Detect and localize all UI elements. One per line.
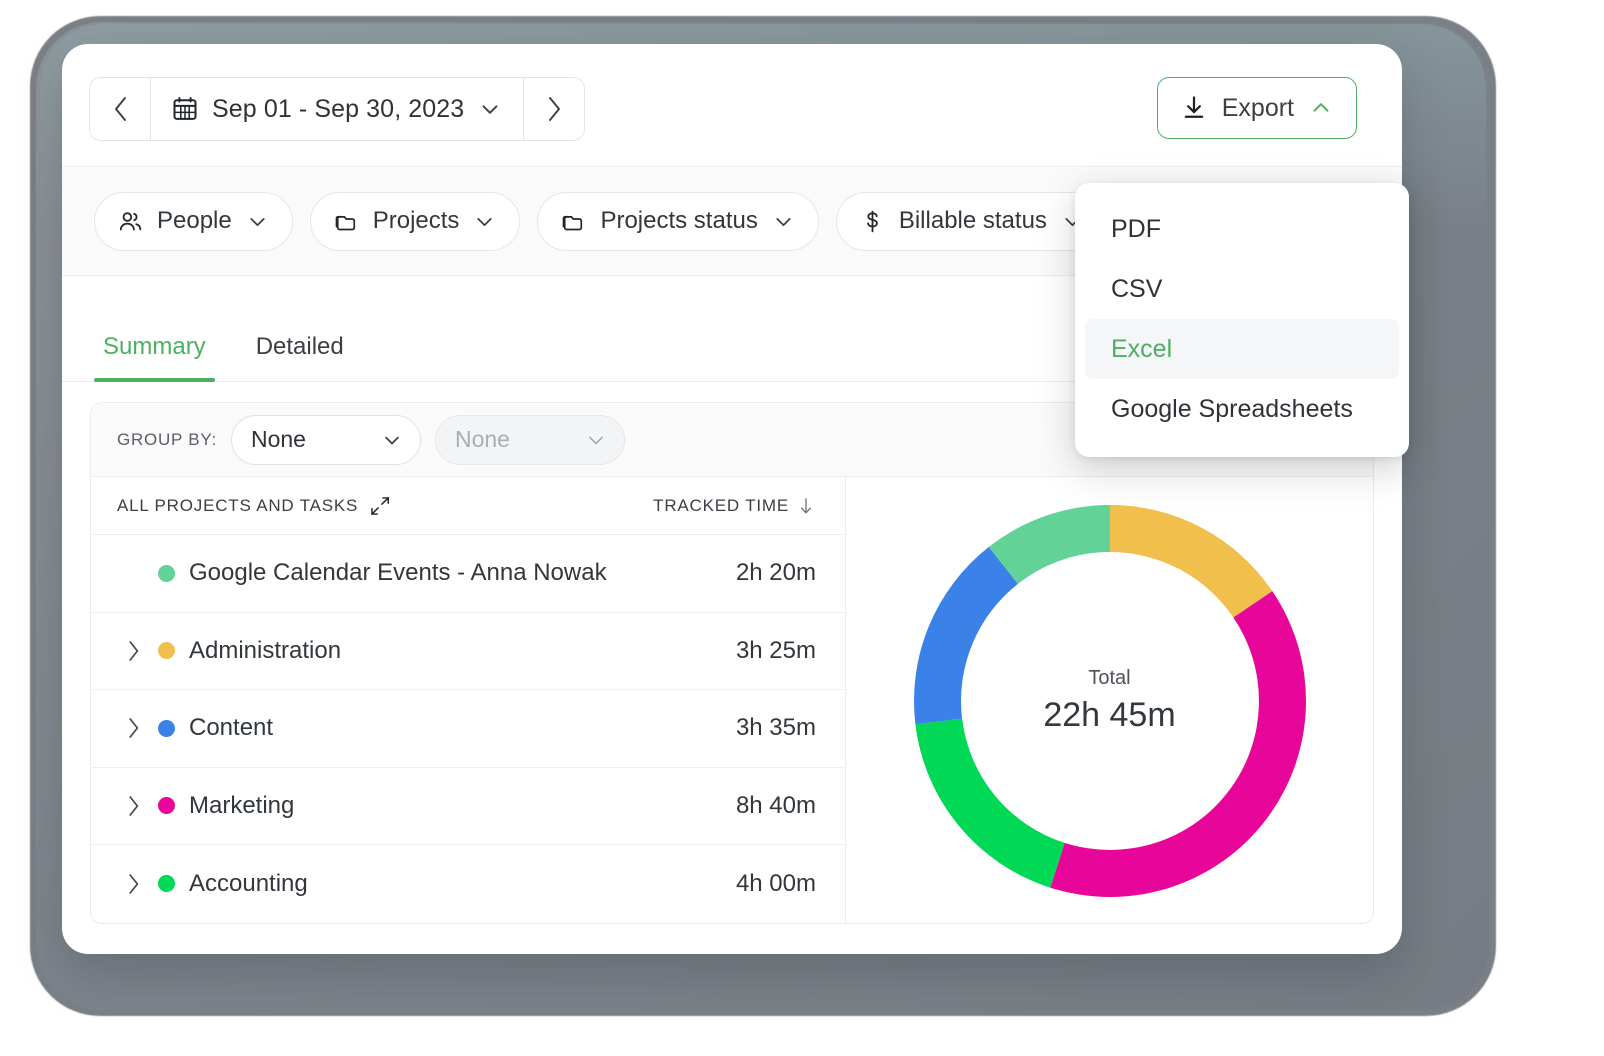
dollar-icon (867, 210, 878, 232)
filter-projects-status[interactable]: Projects status (537, 191, 819, 251)
tab-summary[interactable]: Summary (94, 333, 215, 382)
chevron-left-icon (115, 97, 126, 121)
group-by-primary-value: None (250, 426, 306, 452)
table-row-time: 4h 00m (735, 869, 816, 897)
chevron-down-icon (589, 436, 603, 444)
table-row-name-cell: Marketing (117, 792, 736, 820)
export-menu-item-pdf[interactable]: PDF (1085, 199, 1399, 259)
group-by-secondary-value: None (454, 426, 510, 452)
donut-chart-svg (913, 504, 1306, 897)
export-area: Export PDF CSV Excel Google Spreadsheets (1075, 77, 1409, 457)
download-icon (1184, 96, 1204, 118)
table-header-row: ALL PROJECTS AND TASKS TRACKED TIME (91, 477, 845, 535)
filter-people[interactable]: People (94, 191, 293, 251)
row-expand-toggle[interactable] (117, 715, 158, 741)
export-menu-item-excel[interactable]: Excel (1085, 319, 1399, 379)
table-row-time: 3h 25m (735, 636, 816, 664)
tab-detailed[interactable]: Detailed (247, 333, 353, 381)
screenshot-root: Sep 01 - Sep 30, 2023 Export PDF CSV Exc… (0, 0, 1604, 1056)
chevron-down-icon (385, 436, 399, 444)
chevron-right-icon (129, 873, 139, 894)
report-content-card: GROUP BY: None None ALL PROJECTS AND TAS… (90, 402, 1374, 924)
people-icon (119, 211, 142, 230)
table-row[interactable]: Content 3h 35m (91, 690, 845, 768)
table-header-tracked-time-label: TRACKED TIME (653, 495, 789, 515)
date-range-selector[interactable]: Sep 01 - Sep 30, 2023 (151, 78, 523, 140)
sort-descending-icon (801, 497, 811, 513)
date-navigator: Sep 01 - Sep 30, 2023 (89, 77, 586, 141)
chevron-down-icon (776, 217, 791, 226)
report-body: ALL PROJECTS AND TASKS TRACKED TIME Goog… (91, 477, 1373, 923)
donut-segment[interactable] (914, 718, 1065, 888)
table-row[interactable]: Google Calendar Events - Anna Nowak 2h 2… (91, 535, 845, 613)
chevron-right-icon (549, 97, 561, 121)
folder-icon (563, 215, 583, 230)
table-row-name: Google Calendar Events - Anna Nowak (189, 559, 607, 587)
chevron-right-icon (129, 718, 139, 739)
filter-billable-status-label: Billable status (898, 207, 1047, 234)
donut-chart-panel: Total 22h 45m (846, 477, 1373, 923)
table-row-name-cell: Content (117, 714, 736, 742)
date-range-text: Sep 01 - Sep 30, 2023 (212, 94, 465, 123)
table-row-name-cell: Google Calendar Events - Anna Nowak (117, 559, 736, 587)
export-dropdown-menu: PDF CSV Excel Google Spreadsheets (1075, 183, 1409, 457)
table-row-time: 3h 35m (735, 714, 816, 742)
table-row-time: 2h 20m (735, 559, 816, 587)
table-row[interactable]: Marketing 8h 40m (91, 768, 845, 845)
chevron-down-icon (250, 217, 265, 226)
table-row-name: Marketing (189, 791, 295, 819)
project-color-dot (158, 719, 175, 737)
next-period-button[interactable] (523, 78, 585, 140)
table-row[interactable]: Accounting 4h 00m (91, 845, 845, 923)
donut-segment[interactable] (1049, 590, 1306, 897)
chevron-up-icon (1313, 103, 1329, 112)
filter-projects[interactable]: Projects (309, 191, 521, 251)
chevron-right-icon (129, 795, 139, 816)
table-row-name-cell: Administration (117, 637, 736, 665)
table-header-projects-label: ALL PROJECTS AND TASKS (117, 495, 359, 515)
filter-projects-status-label: Projects status (600, 207, 758, 234)
table-header-tracked-time[interactable]: TRACKED TIME (653, 495, 816, 517)
chevron-right-icon (129, 640, 139, 661)
table-row[interactable]: Administration 3h 25m (91, 613, 845, 690)
filter-people-label: People (157, 207, 232, 234)
toolbar: Sep 01 - Sep 30, 2023 Export PDF CSV Exc… (62, 44, 1409, 457)
projects-table: ALL PROJECTS AND TASKS TRACKED TIME Goog… (91, 477, 846, 923)
table-row-time: 8h 40m (735, 791, 816, 819)
calendar-icon (173, 97, 197, 120)
filter-billable-status[interactable]: Billable status (835, 191, 1108, 251)
folder-icon (335, 215, 355, 230)
group-by-primary-select[interactable]: None (230, 414, 421, 465)
row-expand-toggle[interactable] (117, 793, 158, 819)
previous-period-button[interactable] (90, 78, 151, 140)
group-by-secondary-select[interactable]: None (434, 414, 625, 465)
donut-chart: Total 22h 45m (908, 499, 1312, 903)
export-menu-item-google-spreadsheets[interactable]: Google Spreadsheets (1085, 379, 1399, 439)
export-menu-item-csv[interactable]: CSV (1085, 259, 1399, 319)
table-row-name: Content (189, 714, 274, 742)
group-by-label: GROUP BY: (117, 429, 217, 449)
export-button[interactable]: Export (1156, 77, 1357, 139)
table-row-name: Administration (189, 636, 342, 664)
app-window: Sep 01 - Sep 30, 2023 Export PDF CSV Exc… (62, 44, 1409, 954)
row-expand-toggle[interactable] (117, 871, 158, 897)
table-row-name: Accounting (189, 869, 308, 897)
expand-icon (371, 496, 390, 515)
project-color-dot (158, 642, 175, 660)
export-button-label: Export (1221, 93, 1294, 122)
row-expand-toggle[interactable] (117, 638, 158, 664)
project-color-dot (158, 564, 175, 582)
filter-projects-label: Projects (372, 207, 460, 234)
chevron-down-icon (477, 217, 493, 226)
chevron-down-icon (482, 105, 498, 114)
project-color-dot (158, 875, 175, 893)
donut-segment[interactable] (913, 546, 1018, 724)
donut-segment[interactable] (1109, 504, 1272, 618)
table-header-projects[interactable]: ALL PROJECTS AND TASKS (117, 495, 653, 517)
project-color-dot (158, 797, 175, 815)
table-row-name-cell: Accounting (117, 870, 736, 898)
